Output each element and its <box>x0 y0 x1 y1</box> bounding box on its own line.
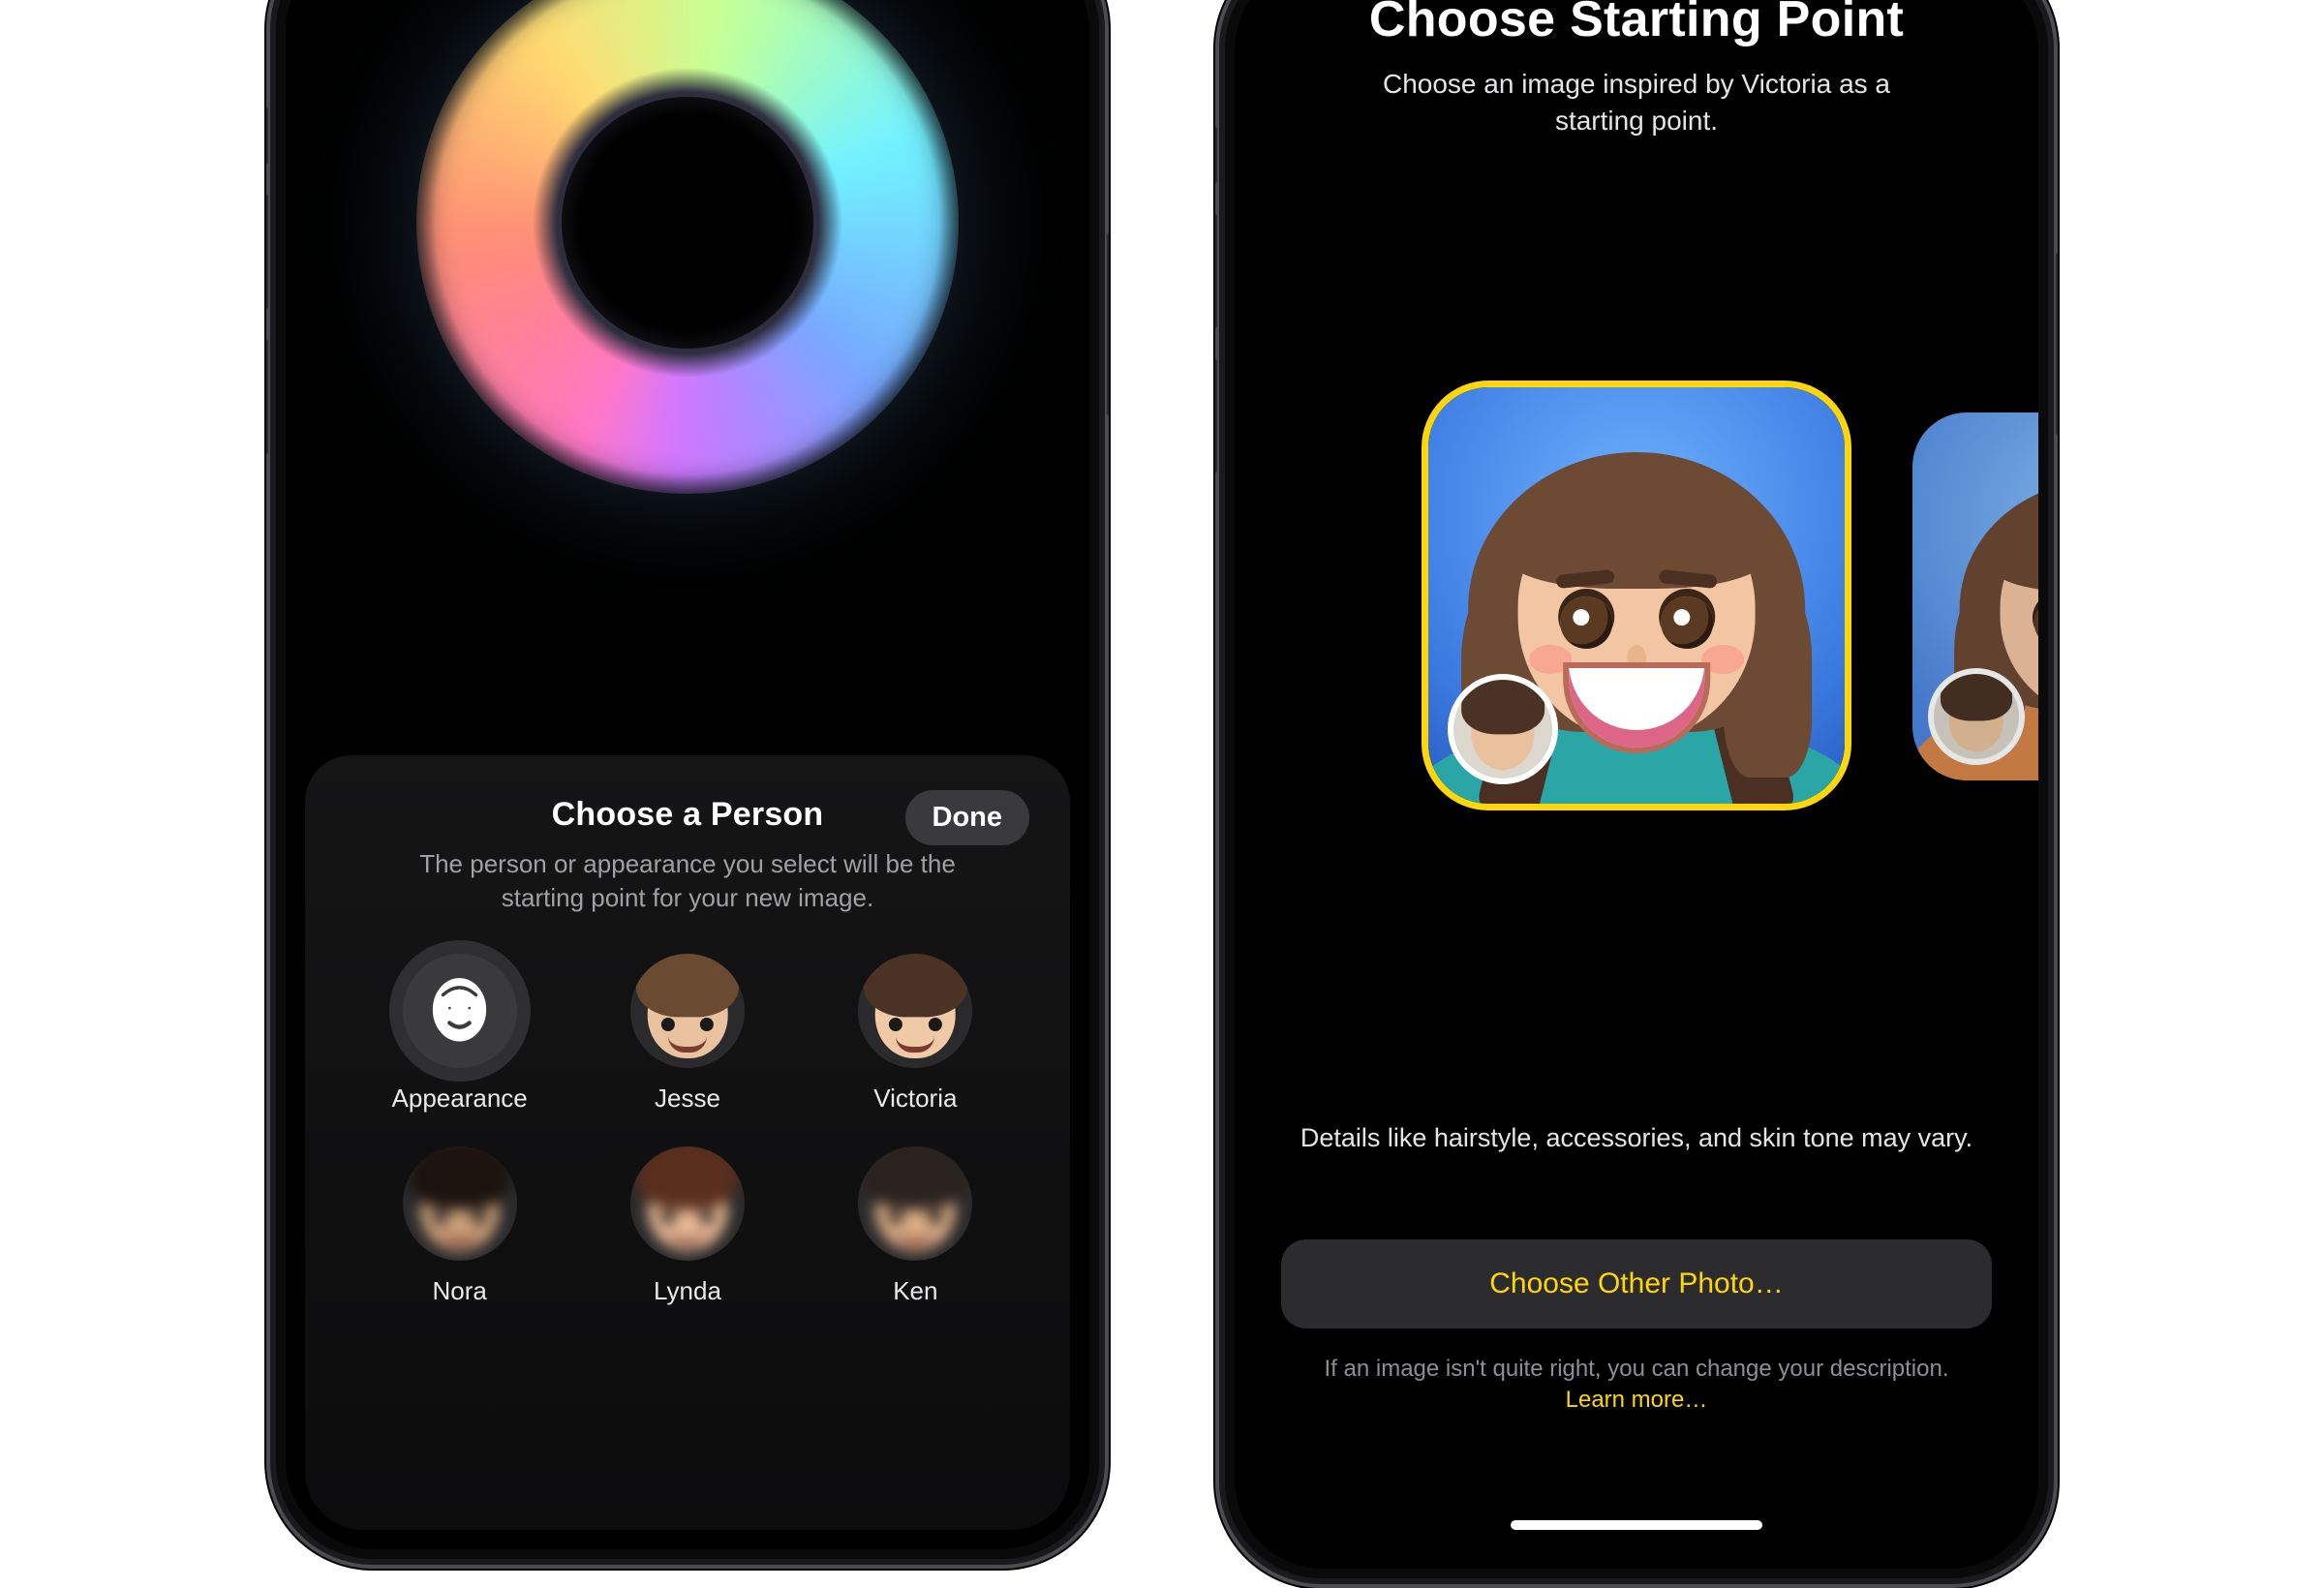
volume-up-button[interactable] <box>266 194 268 310</box>
learn-more-link[interactable]: Learn more… <box>1566 1387 1708 1413</box>
starting-point-carousel[interactable] <box>1235 378 2038 842</box>
person-jesse[interactable]: Jesse <box>602 954 772 1114</box>
person-label: Jesse <box>655 1084 720 1114</box>
person-label: Ken <box>893 1276 937 1306</box>
starting-point-card-selected[interactable] <box>1428 387 1845 804</box>
person-lynda[interactable]: Lynda <box>602 1146 772 1306</box>
gradient-ring-icon <box>416 0 959 494</box>
home-indicator[interactable] <box>1511 1520 1762 1530</box>
footnote: If an image isn't quite right, you can c… <box>1235 1354 2038 1417</box>
people-grid: Appearance Jesse <box>346 954 1029 1306</box>
screen-right: Choose Starting Point Choose an image in… <box>1235 0 2038 1569</box>
source-photo-thumb <box>1934 674 2019 759</box>
page-subtitle: Choose an image inspired by Victoria as … <box>1346 66 1927 139</box>
person-appearance[interactable]: Appearance <box>375 954 544 1114</box>
choose-person-sheet: Choose a Person Done The person or appea… <box>305 755 1070 1530</box>
volume-down-button[interactable] <box>266 339 268 455</box>
screen-left: Choose a Person Done The person or appea… <box>286 0 1089 1549</box>
phone-left: Choose a Person Done The person or appea… <box>266 0 1109 1569</box>
volume-down-button[interactable] <box>1215 358 1217 474</box>
generative-ring-hero <box>286 0 1089 717</box>
person-nora[interactable]: Nora <box>375 1146 544 1306</box>
choose-other-photo-button[interactable]: Choose Other Photo… <box>1281 1239 1992 1328</box>
silence-switch[interactable] <box>1215 126 1217 184</box>
appearance-glyph-icon <box>403 954 517 1068</box>
footnote-text: description. <box>1830 1356 1949 1382</box>
person-ken[interactable]: Ken <box>831 1146 1000 1306</box>
person-victoria[interactable]: Victoria <box>831 954 1000 1114</box>
starting-point-card-next[interactable] <box>1912 412 2038 780</box>
footnote-text: If an image isn't quite right, you can c… <box>1325 1356 1824 1382</box>
person-label: Lynda <box>654 1276 721 1306</box>
power-button[interactable] <box>2056 252 2058 436</box>
phone-right: Choose Starting Point Choose an image in… <box>1215 0 2058 1588</box>
avatar <box>630 1146 745 1261</box>
volume-up-button[interactable] <box>1215 213 1217 329</box>
avatar <box>858 954 972 1068</box>
avatar <box>858 1146 972 1261</box>
person-label: Nora <box>432 1276 486 1306</box>
avatar <box>630 954 745 1068</box>
avatar <box>403 1146 517 1261</box>
source-photo-thumb <box>1453 680 1552 779</box>
done-button[interactable]: Done <box>905 790 1030 845</box>
variation-disclaimer: Details like hairstyle, accessories, and… <box>1235 1123 2038 1153</box>
person-label: Victoria <box>873 1084 957 1114</box>
person-label: Appearance <box>392 1084 528 1114</box>
silence-switch[interactable] <box>266 107 268 165</box>
page-title: Choose Starting Point <box>1283 0 1990 48</box>
power-button[interactable] <box>1107 232 1109 416</box>
sheet-subtitle: The person or appearance you select will… <box>387 847 988 915</box>
